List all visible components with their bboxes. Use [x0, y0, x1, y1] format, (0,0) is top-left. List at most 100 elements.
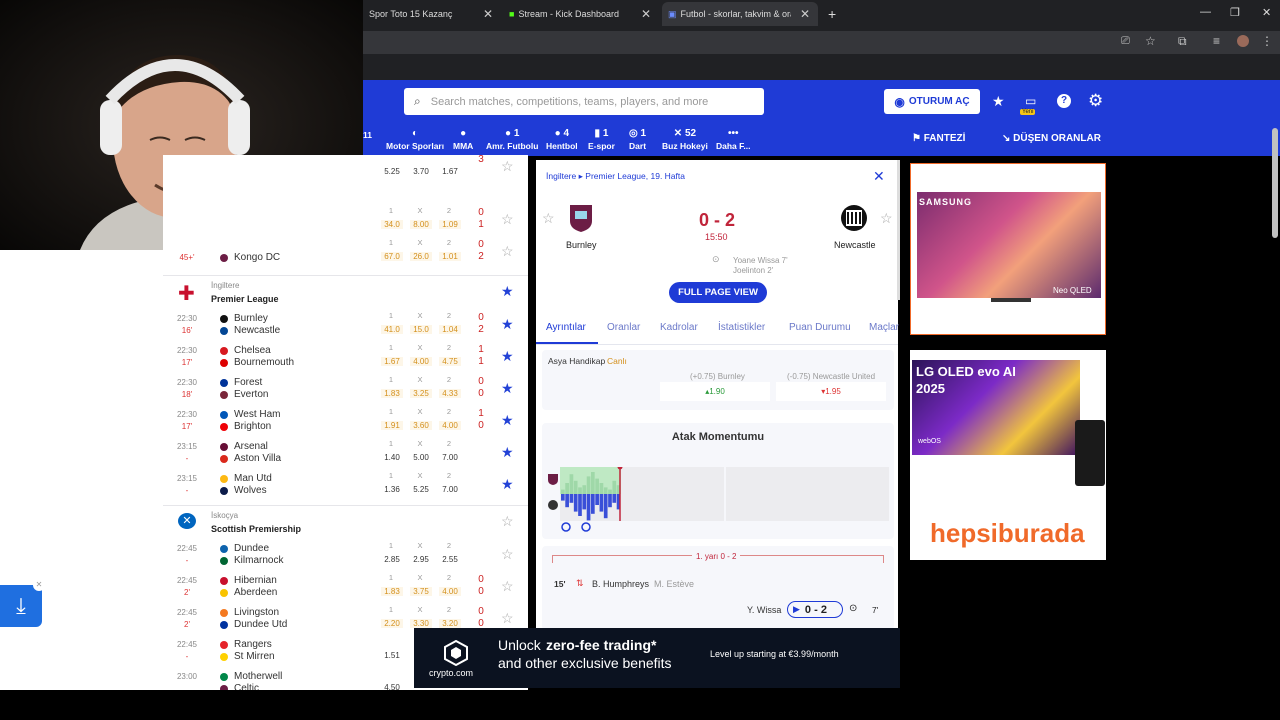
odds-button[interactable]: 3.75: [410, 587, 432, 596]
odds-button[interactable]: 1.83: [381, 587, 403, 596]
away-team[interactable]: Newcastle: [234, 325, 280, 336]
match-row[interactable]: 22:30 18' Forest Everton 1 X 2 1.83 3.25 4.33 0 0 ★: [163, 374, 528, 406]
away-team[interactable]: Brighton: [234, 421, 271, 432]
fantasy-link[interactable]: ⚑ FANTEZİ: [912, 133, 965, 144]
away-team[interactable]: Celtic: [234, 683, 259, 690]
away-team[interactable]: Everton: [234, 389, 268, 400]
league-name[interactable]: Scottish Premiership: [211, 524, 301, 534]
match-row[interactable]: 23:15 - Man Utd Wolves 1 X 2 1.36 5.25 7.00 ★: [163, 470, 528, 502]
match-row[interactable]: 22:30 16' Burnley Newcastle 1 X 2 41.0 15.0 1.04 0…: [163, 310, 528, 342]
close-tab-icon[interactable]: ✕: [798, 7, 812, 21]
odds-button[interactable]: 1.67: [381, 357, 403, 366]
menu-icon[interactable]: ⋮: [1261, 34, 1273, 48]
match-row[interactable]: 22:45 - Dundee Kilmarnock 1 X 2 2.85 2.95 2.55 ☆: [163, 540, 528, 572]
odds-button[interactable]: 4.00: [410, 357, 432, 366]
league-name[interactable]: Premier League: [211, 294, 279, 304]
cast-icon[interactable]: ⎚: [1121, 35, 1130, 48]
goal-video-button[interactable]: ▶ 0 - 2: [787, 601, 843, 618]
home-team[interactable]: Arsenal: [234, 441, 268, 452]
odds-button[interactable]: 1.91: [381, 421, 403, 430]
away-team[interactable]: Aston Villa: [234, 453, 281, 464]
full-page-view-button[interactable]: FULL PAGE VIEW: [669, 282, 767, 303]
sport-tab-motor[interactable]: ◐ Motor Sporları: [386, 128, 444, 151]
close-tab-icon[interactable]: ✕: [639, 7, 653, 21]
tab-details[interactable]: Ayrıntılar: [546, 322, 586, 333]
home-team[interactable]: Livingston: [234, 607, 279, 618]
settings-gear-icon[interactable]: ⚙: [1088, 91, 1103, 111]
odds-button[interactable]: 8.00: [410, 220, 432, 229]
favorite-star-icon[interactable]: ★: [501, 444, 514, 461]
home-team[interactable]: Chelsea: [234, 345, 271, 356]
favorite-star-icon[interactable]: ☆: [501, 578, 514, 595]
breadcrumb-country[interactable]: İngiltere: [546, 171, 576, 181]
close-icon[interactable]: ✕: [873, 168, 885, 185]
sport-tab-mma[interactable]: ● MMA: [453, 128, 473, 151]
odds-button[interactable]: 1.04: [439, 325, 461, 334]
sub-in-player[interactable]: B. Humphreys: [592, 579, 649, 589]
tab-standings[interactable]: Puan Durumu: [789, 322, 851, 333]
sport-tab-handball[interactable]: ● 4 Hentbol: [546, 128, 578, 151]
tv-icon[interactable]: ▭: [1025, 94, 1036, 108]
odds-button[interactable]: 5.00: [410, 453, 432, 462]
odds-button[interactable]: 1.01: [439, 252, 461, 261]
close-download-icon[interactable]: ✕: [33, 579, 45, 591]
extensions-icon[interactable]: ⧉: [1178, 34, 1187, 49]
sport-tab-darts[interactable]: ◎ 1 Dart: [629, 128, 646, 151]
odds-button[interactable]: 5.25: [410, 485, 432, 494]
sport-tab-amfootball[interactable]: ● 1 Amr. Futbolu: [486, 128, 538, 151]
away-team[interactable]: Wolves: [234, 485, 267, 496]
odds-button[interactable]: 1.83: [381, 389, 403, 398]
media-icon[interactable]: ≡: [1213, 34, 1220, 48]
odds-button[interactable]: 1.51: [381, 651, 403, 660]
odds-button[interactable]: 2.95: [410, 555, 432, 564]
match-row[interactable]: 5.25 3.70 1.67 3 ☆: [163, 155, 528, 184]
favorite-star-icon[interactable]: ★: [501, 380, 514, 397]
odds-button[interactable]: 4.00: [439, 421, 461, 430]
favorite-star-icon[interactable]: ☆: [501, 546, 514, 563]
home-team[interactable]: Forest: [234, 377, 262, 388]
match-row[interactable]: 22:45 2' Hibernian Aberdeen 1 X 2 1.83 3.75 4.00 0…: [163, 572, 528, 604]
new-tab-button[interactable]: +: [822, 2, 842, 26]
match-row[interactable]: 22:30 17' West Ham Brighton 1 X 2 1.91 3.60 4.00 1…: [163, 406, 528, 438]
minimize-button[interactable]: —: [1200, 6, 1211, 18]
away-team[interactable]: Aberdeen: [234, 587, 277, 598]
odds-button[interactable]: 4.00: [439, 587, 461, 596]
odds-button[interactable]: 41.0: [381, 325, 403, 334]
browser-tab[interactable]: ■ Stream - Kick Dashboard ✕: [503, 2, 659, 26]
browser-tab-active[interactable]: ▣ Futbol - skorlar, takvim & oranl ✕: [662, 2, 818, 26]
favorites-star-icon[interactable]: ★: [992, 93, 1005, 110]
sport-tab-icehockey[interactable]: ✕ 52 Buz Hokeyi: [662, 128, 708, 151]
home-team[interactable]: Hibernian: [234, 575, 277, 586]
favorite-home-star-icon[interactable]: ☆: [542, 210, 555, 227]
sport-tab-more[interactable]: ••• Daha F...: [716, 128, 750, 151]
favorite-star-icon[interactable]: ★: [501, 316, 514, 333]
favorite-star-icon[interactable]: ★: [501, 348, 514, 365]
dropping-odds-link[interactable]: ↘ DÜŞEN ORANLAR: [1002, 133, 1101, 144]
close-tab-icon[interactable]: ✕: [481, 7, 495, 21]
away-team[interactable]: Dundee Utd: [234, 619, 287, 630]
odds-button[interactable]: 26.0: [410, 252, 432, 261]
odds-button[interactable]: 15.0: [410, 325, 432, 334]
home-team[interactable]: Man Utd: [234, 473, 272, 484]
league-favorite-star-icon[interactable]: ☆: [501, 513, 514, 530]
breadcrumb-league[interactable]: Premier League, 19. Hafta: [585, 171, 685, 181]
odds-button[interactable]: 1.67: [439, 167, 461, 176]
address-bar[interactable]: ⎚ ☆ ⧉ ≡ ⋮: [363, 31, 1280, 54]
odds-button[interactable]: 7.00: [439, 453, 461, 462]
odds-button[interactable]: 1.36: [381, 485, 403, 494]
away-team[interactable]: Bournemouth: [234, 357, 294, 368]
odds-button[interactable]: 4.50: [381, 683, 403, 690]
favorite-star-icon[interactable]: ☆: [501, 243, 514, 260]
odds-button[interactable]: 1.40: [381, 453, 403, 462]
away-team[interactable]: Kilmarnock: [234, 555, 283, 566]
breadcrumb[interactable]: İngiltere ▸ Premier League, 19. Hafta: [546, 171, 685, 182]
lg-hepsiburada-ad[interactable]: LG OLED evo AI 2025 webOS hepsiburada: [910, 350, 1106, 560]
sport-tab-esports[interactable]: ▮ 1 E-spor: [588, 128, 615, 151]
odds-button[interactable]: 3.60: [410, 421, 432, 430]
favorite-star-icon[interactable]: ☆: [501, 158, 514, 175]
odds-button[interactable]: 2.20: [381, 619, 403, 628]
home-team-name[interactable]: Burnley: [566, 240, 597, 250]
away-team[interactable]: Kongo DC: [234, 252, 280, 263]
help-icon[interactable]: ?: [1057, 94, 1071, 108]
odds-button[interactable]: 3.70: [410, 167, 432, 176]
